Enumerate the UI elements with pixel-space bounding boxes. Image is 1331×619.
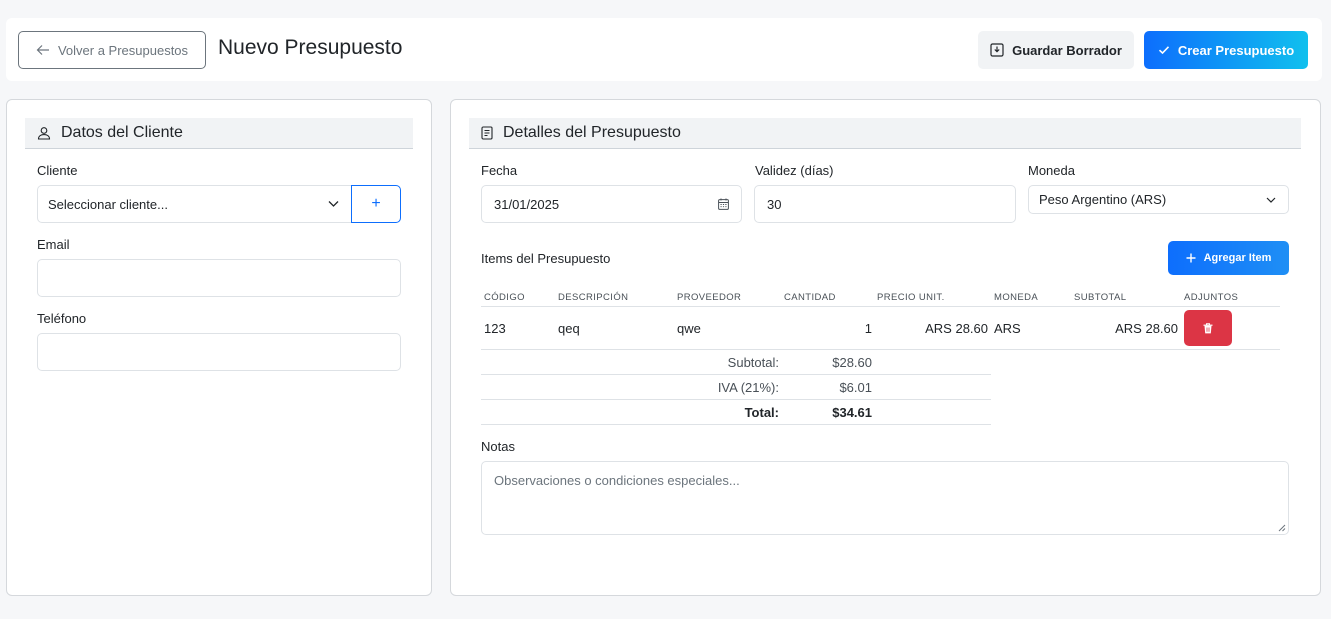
resize-grip-icon[interactable] bbox=[1278, 524, 1286, 532]
col-header-attachments: ADJUNTOS bbox=[1184, 292, 1239, 303]
col-header-unit-price: PRECIO UNIT. bbox=[877, 292, 945, 303]
page-title: Nuevo Presupuesto bbox=[218, 36, 403, 59]
client-card: Datos del Cliente Cliente Seleccionar cl… bbox=[6, 99, 432, 596]
arrow-left-icon bbox=[36, 45, 49, 55]
back-button-label: Volver a Presupuestos bbox=[57, 42, 189, 58]
email-field[interactable] bbox=[37, 259, 401, 297]
details-section-title: Detalles del Presupuesto bbox=[503, 124, 681, 141]
phone-field[interactable] bbox=[37, 333, 401, 371]
notes-textarea[interactable]: Observaciones o condiciones especiales..… bbox=[481, 461, 1289, 535]
chevron-down-icon bbox=[328, 201, 339, 207]
table-row-divider bbox=[481, 349, 1280, 350]
validity-value: 30 bbox=[767, 196, 782, 212]
totals-divider bbox=[481, 374, 991, 375]
cell-description: qeq bbox=[558, 321, 580, 336]
delete-item-button[interactable] bbox=[1184, 310, 1232, 346]
budget-details-card: Detalles del Presupuesto Fecha 31/01/202… bbox=[450, 99, 1321, 596]
total-value: $34.61 bbox=[832, 405, 872, 420]
items-title: Items del Presupuesto bbox=[481, 251, 611, 266]
plus-icon bbox=[1186, 253, 1196, 263]
save-draft-label: Guardar Borrador bbox=[1012, 42, 1122, 58]
document-icon bbox=[481, 126, 493, 140]
subtotal-label: Subtotal: bbox=[727, 355, 779, 370]
table-header-divider bbox=[481, 306, 1280, 307]
col-header-subtotal: SUBTOTAL bbox=[1074, 292, 1127, 303]
cell-unit-price: ARS 28.60 bbox=[925, 321, 988, 336]
col-header-description: DESCRIPCIÓN bbox=[558, 292, 629, 303]
email-label: Email bbox=[37, 237, 70, 252]
validity-field[interactable]: 30 bbox=[754, 185, 1016, 223]
create-budget-label: Crear Presupuesto bbox=[1177, 42, 1295, 58]
cell-code: 123 bbox=[484, 321, 506, 336]
add-item-label: Agregar Item bbox=[1203, 252, 1272, 264]
chevron-down-icon bbox=[1266, 197, 1276, 203]
iva-label: IVA (21%): bbox=[717, 380, 779, 395]
trash-icon bbox=[1203, 322, 1213, 333]
cell-quantity: 1 bbox=[864, 321, 872, 336]
cell-currency: ARS bbox=[994, 321, 1021, 336]
totals-divider bbox=[481, 424, 991, 425]
client-section-title: Datos del Cliente bbox=[61, 124, 183, 141]
client-select[interactable]: Seleccionar cliente... bbox=[37, 185, 352, 223]
col-header-currency: MONEDA bbox=[994, 292, 1039, 303]
notes-label: Notas bbox=[481, 439, 515, 454]
download-box-icon bbox=[990, 43, 1004, 57]
date-field[interactable]: 31/01/2025 bbox=[481, 185, 742, 223]
col-header-quantity: CANTIDAD bbox=[784, 292, 836, 303]
currency-label: Moneda bbox=[1028, 163, 1075, 178]
details-section-header: Detalles del Presupuesto bbox=[469, 118, 1301, 149]
currency-select-value: Peso Argentino (ARS) bbox=[1039, 192, 1167, 207]
totals-divider bbox=[481, 399, 991, 400]
validity-label: Validez (días) bbox=[755, 163, 834, 178]
subtotal-value: $28.60 bbox=[832, 355, 872, 370]
client-section-header: Datos del Cliente bbox=[25, 118, 413, 149]
notes-placeholder: Observaciones o condiciones especiales..… bbox=[494, 473, 740, 488]
cell-supplier: qwe bbox=[677, 321, 701, 336]
add-item-button[interactable]: Agregar Item bbox=[1168, 241, 1289, 275]
back-to-budgets-button[interactable]: Volver a Presupuestos bbox=[18, 31, 206, 69]
calendar-icon[interactable] bbox=[718, 198, 729, 210]
create-budget-button[interactable]: Crear Presupuesto bbox=[1144, 31, 1308, 69]
iva-value: $6.01 bbox=[839, 380, 872, 395]
save-draft-button[interactable]: Guardar Borrador bbox=[978, 31, 1134, 69]
user-icon bbox=[37, 127, 51, 140]
phone-label: Teléfono bbox=[37, 311, 87, 326]
client-label: Cliente bbox=[37, 163, 78, 178]
currency-select[interactable]: Peso Argentino (ARS) bbox=[1028, 185, 1289, 214]
col-header-supplier: PROVEEDOR bbox=[677, 292, 742, 303]
client-select-value: Seleccionar cliente... bbox=[48, 196, 168, 212]
col-header-code: CÓDIGO bbox=[484, 292, 525, 303]
plus-icon: + bbox=[371, 195, 381, 212]
top-bar: Volver a Presupuestos Nuevo Presupuesto … bbox=[6, 18, 1322, 81]
check-icon bbox=[1158, 46, 1169, 55]
cell-subtotal: ARS 28.60 bbox=[1115, 321, 1178, 336]
total-label: Total: bbox=[744, 405, 779, 420]
date-label: Fecha bbox=[481, 163, 518, 178]
date-value: 31/01/2025 bbox=[494, 196, 560, 212]
add-client-button[interactable]: + bbox=[351, 185, 401, 223]
